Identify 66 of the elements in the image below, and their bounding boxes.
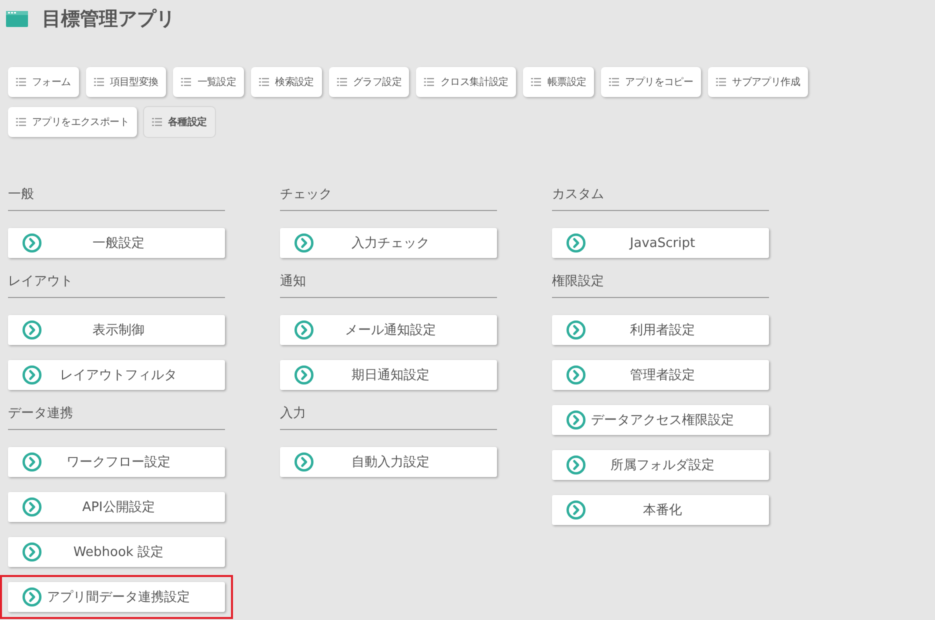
settings-link-button[interactable]: JavaScript bbox=[552, 228, 769, 258]
section-heading: データ連携 bbox=[8, 404, 225, 430]
section-heading: 通知 bbox=[280, 272, 497, 298]
chevron-circle-icon bbox=[22, 587, 42, 607]
settings-link-button[interactable]: アプリ間データ連携設定 bbox=[8, 582, 225, 612]
section-heading: 一般 bbox=[8, 185, 225, 211]
settings-link-button[interactable]: 入力チェック bbox=[280, 228, 497, 258]
list-icon bbox=[16, 78, 26, 86]
settings-link-button[interactable]: 一般設定 bbox=[8, 228, 225, 258]
chevron-circle-icon bbox=[22, 320, 42, 340]
toolbar-button[interactable]: 各種設定 bbox=[144, 107, 215, 137]
settings-link-button[interactable]: データアクセス権限設定 bbox=[552, 405, 769, 435]
list-icon bbox=[259, 78, 270, 86]
section-heading: 権限設定 bbox=[552, 272, 769, 298]
list-icon bbox=[336, 78, 347, 86]
section-heading: 入力 bbox=[280, 404, 497, 430]
chevron-circle-icon bbox=[294, 365, 314, 385]
list-icon bbox=[181, 78, 192, 86]
chevron-circle-icon bbox=[22, 542, 42, 562]
settings-link-button[interactable]: 本番化 bbox=[552, 495, 769, 525]
toolbar-button[interactable]: 一覧設定 bbox=[173, 67, 244, 97]
toolbar-button[interactable]: 検索設定 bbox=[251, 67, 322, 97]
app-icon bbox=[6, 11, 28, 27]
toolbar-button[interactable]: アプリをエクスポート bbox=[8, 107, 138, 137]
toolbar-button[interactable]: クロス集計設定 bbox=[416, 67, 516, 97]
chevron-circle-icon bbox=[566, 410, 586, 430]
list-icon bbox=[424, 78, 434, 86]
chevron-circle-icon bbox=[22, 233, 42, 253]
settings-link-button[interactable]: 自動入力設定 bbox=[280, 447, 497, 477]
list-icon bbox=[609, 78, 620, 86]
chevron-circle-icon bbox=[22, 365, 42, 385]
list-icon bbox=[16, 118, 26, 126]
list-icon bbox=[531, 78, 542, 86]
chevron-circle-icon bbox=[294, 233, 314, 253]
app-title: 目標管理アプリ bbox=[42, 7, 175, 32]
settings-link-button[interactable]: 期日通知設定 bbox=[280, 360, 497, 390]
chevron-circle-icon bbox=[22, 452, 42, 472]
chevron-circle-icon bbox=[22, 497, 42, 517]
toolbar-button[interactable]: 帳票設定 bbox=[523, 67, 594, 97]
settings-link-button[interactable]: 管理者設定 bbox=[552, 360, 769, 390]
chevron-circle-icon bbox=[566, 455, 586, 475]
chevron-circle-icon bbox=[566, 233, 586, 253]
chevron-circle-icon bbox=[294, 320, 314, 340]
settings-link-button[interactable]: メール通知設定 bbox=[280, 315, 497, 345]
list-icon bbox=[152, 118, 162, 126]
section-heading: レイアウト bbox=[8, 272, 225, 298]
chevron-circle-icon bbox=[294, 452, 314, 472]
chevron-circle-icon bbox=[566, 365, 586, 385]
section-heading: チェック bbox=[280, 185, 497, 211]
toolbar-button[interactable]: フォーム bbox=[8, 67, 79, 97]
toolbar-button[interactable]: グラフ設定 bbox=[328, 67, 410, 97]
list-icon bbox=[716, 78, 726, 86]
section-heading: カスタム bbox=[552, 185, 769, 211]
toolbar-button[interactable]: 項目型変換 bbox=[86, 67, 166, 97]
settings-link-button[interactable]: レイアウトフィルタ bbox=[8, 360, 225, 390]
chevron-circle-icon bbox=[566, 320, 586, 340]
list-icon bbox=[94, 78, 104, 86]
settings-link-button[interactable]: 表示制御 bbox=[8, 315, 225, 345]
chevron-circle-icon bbox=[566, 500, 586, 520]
settings-link-button[interactable]: 所属フォルダ設定 bbox=[552, 450, 769, 480]
settings-link-button[interactable]: API公開設定 bbox=[8, 492, 225, 522]
toolbar-button[interactable]: アプリをコピー bbox=[601, 67, 702, 97]
settings-link-button[interactable]: ワークフロー設定 bbox=[8, 447, 225, 477]
settings-link-button[interactable]: 利用者設定 bbox=[552, 315, 769, 345]
toolbar-button[interactable]: サブアプリ作成 bbox=[708, 67, 808, 97]
settings-link-button[interactable]: Webhook 設定 bbox=[8, 537, 225, 567]
